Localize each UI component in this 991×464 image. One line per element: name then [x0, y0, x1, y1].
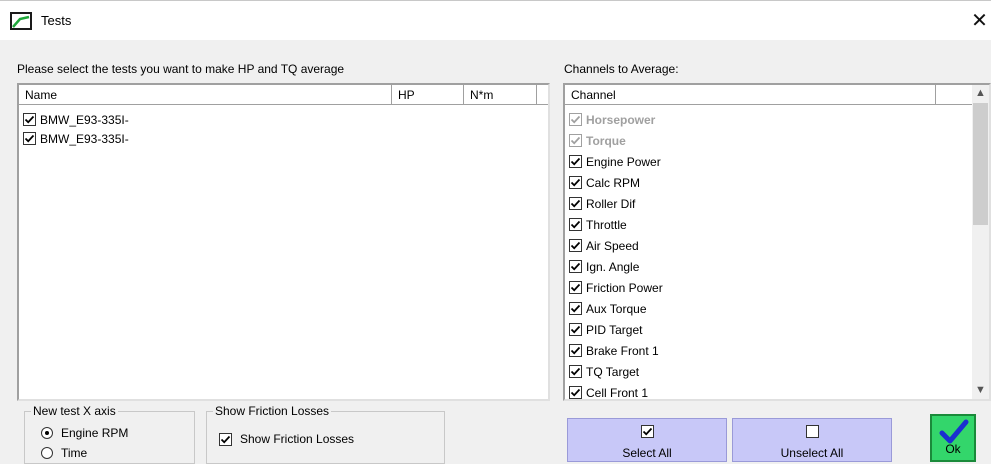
checkbox-checked-icon[interactable]: [569, 281, 582, 294]
test-row[interactable]: BMW_E93-335I-: [23, 109, 129, 130]
channel-label: Horsepower: [586, 112, 656, 127]
x-axis-group: New test X axis Engine RPM Time: [24, 404, 195, 464]
x-axis-group-title: New test X axis: [31, 404, 118, 418]
channel-row[interactable]: Air Speed: [569, 235, 639, 256]
channels-list[interactable]: Channel Horsepower Torque Engine Power Calc…: [563, 83, 991, 401]
channel-label: Engine Power: [586, 154, 661, 169]
window-title: Tests: [41, 13, 72, 28]
tests-header: Name HP N*m: [19, 85, 548, 105]
channel-label: Ign. Angle: [586, 259, 640, 274]
channel-label: Calc RPM: [586, 175, 641, 190]
checkbox-checked-icon[interactable]: [569, 302, 582, 315]
radio-time[interactable]: Time: [41, 446, 87, 460]
channel-row[interactable]: Engine Power: [569, 151, 661, 172]
column-header-name[interactable]: Name: [19, 85, 392, 105]
channel-label: Throttle: [586, 217, 627, 232]
channel-label: Torque: [586, 133, 626, 148]
channel-row[interactable]: Cell Front 1: [569, 382, 649, 400]
channel-label: PID Target: [586, 322, 643, 337]
ok-button[interactable]: Ok: [930, 414, 976, 462]
checkbox-checked-icon[interactable]: [569, 197, 582, 210]
friction-group-title: Show Friction Losses: [213, 404, 332, 418]
channel-label: Friction Power: [586, 280, 663, 295]
channels-header: Channel: [565, 85, 972, 105]
column-header-hp[interactable]: HP: [392, 85, 464, 105]
channel-row[interactable]: Horsepower: [569, 109, 655, 130]
channel-row[interactable]: Throttle: [569, 214, 627, 235]
channel-row[interactable]: Calc RPM: [569, 172, 640, 193]
checkbox-checked-icon: [569, 113, 582, 126]
checkbox-checked-icon[interactable]: [569, 344, 582, 357]
friction-checkbox[interactable]: Show Friction Losses: [219, 432, 354, 446]
friction-checkbox-label: Show Friction Losses: [240, 432, 355, 446]
tests-prompt: Please select the tests you want to make…: [17, 62, 345, 76]
test-name: BMW_E93-335I-: [40, 112, 129, 127]
unselect-all-label: Unselect All: [780, 446, 844, 460]
channel-row[interactable]: Brake Front 1: [569, 340, 659, 361]
select-all-label: Select All: [622, 446, 672, 460]
channel-label: Brake Front 1: [586, 343, 659, 358]
radio-engine-rpm[interactable]: Engine RPM: [41, 426, 128, 440]
checkbox-checked-icon[interactable]: [569, 260, 582, 273]
radio-engine-rpm-label: Engine RPM: [61, 426, 129, 440]
checkbox-checked-icon[interactable]: [569, 365, 582, 378]
checkbox-checked-icon[interactable]: [569, 386, 582, 399]
checkbox-checked-icon: [640, 425, 654, 438]
friction-group: Show Friction Losses Show Friction Losse…: [206, 404, 445, 464]
channels-scrollbar[interactable]: ▲ ▼: [972, 85, 989, 399]
checkbox-checked-icon[interactable]: [569, 218, 582, 231]
checkbox-checked-icon[interactable]: [219, 432, 232, 446]
radio-time-label: Time: [61, 446, 88, 460]
unselect-all-button[interactable]: Unselect All: [732, 418, 892, 462]
column-header-nm[interactable]: N*m: [464, 85, 537, 105]
scroll-down-icon[interactable]: ▼: [972, 382, 989, 399]
title-bar: Tests ✕: [0, 0, 991, 40]
column-header-channel[interactable]: Channel: [565, 85, 936, 105]
channel-row[interactable]: Roller Dif: [569, 193, 635, 214]
channel-row[interactable]: Torque: [569, 130, 626, 151]
channel-label: TQ Target: [586, 364, 640, 379]
channel-label: Roller Dif: [586, 196, 636, 211]
checkbox-checked-icon[interactable]: [569, 155, 582, 168]
tests-list[interactable]: Name HP N*m BMW_E93-335I- BMW_E93-335I-: [17, 83, 550, 401]
channel-row[interactable]: Friction Power: [569, 277, 663, 298]
checkbox-checked-icon[interactable]: [23, 132, 36, 145]
select-all-button[interactable]: Select All: [567, 418, 727, 462]
channel-label: Aux Torque: [586, 301, 647, 316]
checkbox-checked-icon[interactable]: [569, 323, 582, 336]
radio-selected-icon[interactable]: [41, 427, 53, 439]
scroll-thumb[interactable]: [973, 103, 988, 225]
checkbox-checked-icon[interactable]: [569, 176, 582, 189]
channels-label: Channels to Average:: [564, 62, 679, 76]
test-name: BMW_E93-335I-: [40, 131, 129, 146]
checkbox-checked-icon[interactable]: [569, 239, 582, 252]
checkbox-checked-icon[interactable]: [23, 113, 36, 126]
channel-label: Air Speed: [586, 238, 639, 253]
radio-unselected-icon[interactable]: [41, 447, 53, 459]
channel-row[interactable]: Ign. Angle: [569, 256, 639, 277]
test-row[interactable]: BMW_E93-335I-: [23, 128, 129, 149]
channel-label: Cell Front 1: [586, 385, 649, 400]
ok-label: Ok: [945, 442, 961, 456]
channel-row[interactable]: Aux Torque: [569, 298, 647, 319]
app-logo-icon: [10, 12, 32, 30]
scroll-up-icon[interactable]: ▲: [972, 85, 989, 102]
checkbox-checked-icon: [569, 134, 582, 147]
checkbox-empty-icon: [805, 425, 819, 438]
channel-row[interactable]: TQ Target: [569, 361, 639, 382]
channel-row[interactable]: PID Target: [569, 319, 642, 340]
close-button[interactable]: ✕: [968, 7, 991, 35]
